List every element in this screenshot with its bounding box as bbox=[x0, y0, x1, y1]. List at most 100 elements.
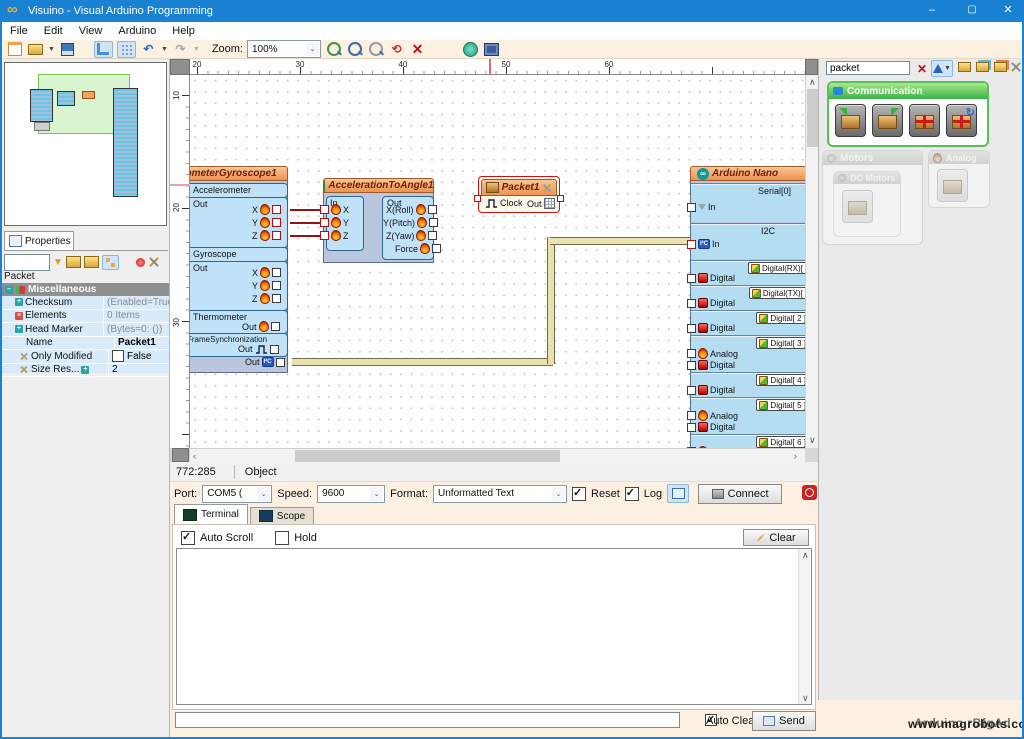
pin-connector[interactable] bbox=[687, 203, 696, 212]
tab-terminal[interactable]: Terminal bbox=[174, 504, 248, 524]
expand-all-folder-icon[interactable] bbox=[976, 62, 989, 72]
property-row-head-marker[interactable]: +Head Marker (Bytes=0: ()) bbox=[2, 323, 169, 337]
property-row-size-res[interactable]: Size Res...+ 2 bbox=[2, 364, 169, 378]
menu-edit[interactable]: Edit bbox=[44, 25, 63, 37]
scroll-down-icon[interactable]: ∨ bbox=[809, 434, 816, 446]
property-row-name[interactable]: Name Packet1 bbox=[2, 337, 169, 351]
design-canvas[interactable]: AccelerometerGyroscope1 Accelerometer Ou… bbox=[190, 75, 805, 448]
pin-analog-row[interactable]: Analog bbox=[687, 410, 738, 421]
wire-accel-z[interactable] bbox=[290, 235, 322, 237]
auto-scroll-checkbox[interactable] bbox=[181, 531, 195, 545]
filter-funnel-icon[interactable]: ▼ bbox=[53, 257, 63, 268]
save-icon[interactable] bbox=[59, 42, 76, 57]
zoom-in-icon[interactable] bbox=[325, 42, 342, 57]
packet-block-header[interactable]: Packet1 bbox=[481, 179, 557, 196]
component-search-input[interactable] bbox=[826, 61, 910, 75]
pin-connector[interactable] bbox=[428, 231, 437, 240]
scroll-up-icon[interactable]: ∧ bbox=[802, 549, 809, 561]
pin-connector[interactable] bbox=[687, 324, 696, 333]
menu-view[interactable]: View bbox=[79, 25, 103, 37]
open-project-icon[interactable] bbox=[27, 42, 44, 57]
pin-digital-row[interactable]: Digital bbox=[687, 385, 735, 395]
pin-digital-row[interactable]: Digital bbox=[687, 273, 735, 283]
component-packet-unpack[interactable] bbox=[835, 104, 866, 137]
expand-folder-icon[interactable] bbox=[66, 256, 81, 268]
pin-analog-row[interactable]: Analog bbox=[687, 348, 738, 359]
category-communication-header[interactable]: Communication bbox=[829, 83, 987, 99]
scroll-up-icon[interactable]: ∧ bbox=[809, 76, 816, 88]
pin-accel-y[interactable]: Y bbox=[252, 217, 281, 228]
packet-block-selected[interactable]: Packet1 Clock Out bbox=[478, 176, 560, 213]
pin-connector[interactable] bbox=[276, 358, 285, 367]
property-row-only-modified[interactable]: Only Modified False bbox=[2, 350, 169, 364]
connect-button[interactable]: Connect bbox=[698, 484, 782, 504]
tab-scope[interactable]: Scope bbox=[250, 507, 314, 524]
pin-accel-z[interactable]: Z bbox=[252, 230, 281, 241]
pin-out-yaw[interactable]: Z(Yaw) bbox=[386, 230, 437, 241]
pin-connector[interactable] bbox=[687, 411, 696, 420]
canvas-horizontal-scrollbar[interactable]: ‹ › bbox=[190, 448, 805, 462]
pin-connector[interactable] bbox=[272, 281, 281, 290]
wire-i2c-vertical[interactable] bbox=[547, 237, 555, 364]
pin-gyro-y[interactable]: Y bbox=[252, 280, 281, 291]
expand-icon[interactable]: + bbox=[81, 366, 89, 374]
tab-object[interactable]: Object bbox=[245, 466, 277, 478]
pin-out-force[interactable]: Force bbox=[395, 243, 441, 254]
undo-icon[interactable]: ↶ bbox=[140, 42, 157, 57]
redo-icon[interactable]: ↷ bbox=[172, 42, 189, 57]
pin-framesync-out[interactable]: Out bbox=[238, 344, 279, 354]
pin-icon[interactable] bbox=[136, 258, 145, 267]
combo-arrow-icon[interactable]: ⌄ bbox=[370, 487, 383, 501]
wire-i2c-horizontal[interactable] bbox=[292, 358, 553, 366]
pin-connector[interactable] bbox=[687, 361, 696, 370]
canvas-vertical-scrollbar[interactable]: ∧ ∨ bbox=[805, 75, 818, 448]
component-packet-sync[interactable]: ↻ bbox=[946, 104, 977, 137]
collapse-category-icon[interactable]: – bbox=[5, 286, 13, 294]
format-combobox[interactable]: Unformatted Text⌄ bbox=[433, 485, 567, 503]
pin-digital-row[interactable]: Digital bbox=[687, 360, 735, 370]
pin-connector[interactable] bbox=[272, 231, 281, 240]
pin-i2c-out[interactable]: OutI²C bbox=[245, 357, 285, 367]
right-splitter[interactable] bbox=[818, 59, 819, 737]
pin-connector[interactable] bbox=[270, 345, 279, 354]
pin-serial-in[interactable]: In bbox=[687, 202, 716, 212]
arduino-block-body[interactable]: Serial[0] In I2C I²CIn Digital(RX)[ 0 ] … bbox=[690, 181, 805, 448]
pin-in-y[interactable]: Y bbox=[320, 217, 349, 228]
pin-connector[interactable] bbox=[272, 218, 281, 227]
suggest-folder-icon[interactable] bbox=[958, 62, 971, 72]
property-row-checksum[interactable]: +Checksum (Enabled=True) bbox=[2, 296, 169, 310]
accelgyro-block-header[interactable]: AccelerometerGyroscope1 bbox=[190, 166, 288, 181]
tab-properties[interactable]: Properties bbox=[4, 231, 74, 250]
menu-file[interactable]: File bbox=[10, 25, 28, 37]
wire-accel-x[interactable] bbox=[290, 209, 322, 211]
pin-digital-row[interactable]: Digital bbox=[687, 323, 735, 333]
collapse-folder-icon[interactable] bbox=[84, 256, 99, 268]
log-checkbox[interactable] bbox=[625, 487, 639, 501]
web-help-icon[interactable] bbox=[462, 42, 479, 57]
properties-filter-input[interactable] bbox=[4, 254, 50, 271]
log-file-icon[interactable] bbox=[667, 484, 689, 503]
pin-connector[interactable] bbox=[271, 322, 280, 331]
terminal-scrollbar[interactable]: ∧ ∨ bbox=[798, 549, 811, 704]
maximize-button[interactable]: ▢ bbox=[955, 0, 989, 22]
component-tools-icon[interactable] bbox=[542, 183, 552, 193]
minimize-button[interactable]: – bbox=[915, 0, 949, 22]
combo-arrow-icon[interactable]: ⌄ bbox=[306, 42, 319, 56]
only-modified-checkbox[interactable] bbox=[112, 350, 124, 362]
pin-packet-clock[interactable]: Clock bbox=[485, 198, 523, 208]
send-message-input[interactable] bbox=[175, 712, 680, 728]
packet-out-connector[interactable] bbox=[557, 195, 564, 202]
grid-toggle-icon[interactable] bbox=[117, 41, 136, 58]
pin-in-z[interactable]: Z bbox=[320, 230, 349, 241]
open-dropdown-icon[interactable]: ▼ bbox=[48, 46, 55, 53]
pin-thermometer-out[interactable]: Out bbox=[242, 321, 280, 332]
overview-minimap[interactable] bbox=[4, 62, 167, 226]
wire-accel-y[interactable] bbox=[290, 222, 322, 224]
pin-packet-out[interactable]: Out bbox=[527, 198, 555, 209]
pin-accel-x[interactable]: X bbox=[252, 204, 281, 215]
pin-connector[interactable] bbox=[687, 274, 696, 283]
pin-connector[interactable] bbox=[272, 268, 281, 277]
pin-digital-row[interactable]: Digital bbox=[687, 298, 735, 308]
hold-checkbox[interactable] bbox=[275, 531, 289, 545]
scroll-right-icon[interactable]: › bbox=[794, 450, 797, 462]
